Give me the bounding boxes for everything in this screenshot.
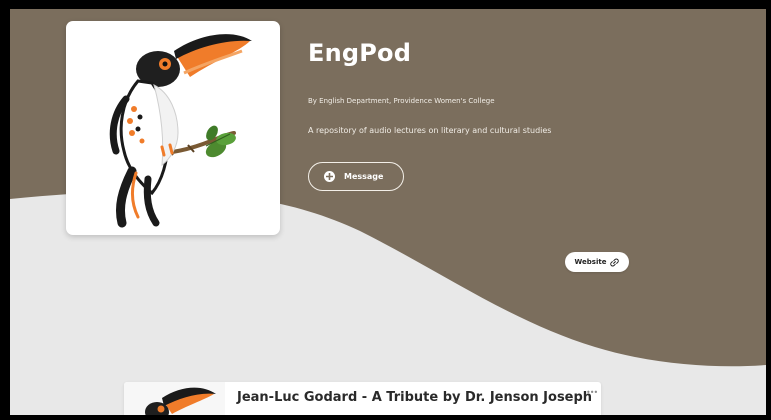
- episode-title: Jean-Luc Godard - A Tribute by Dr. Jenso…: [237, 390, 593, 405]
- more-icon[interactable]: •••: [586, 388, 598, 397]
- website-button-label: Website: [574, 258, 607, 266]
- podcast-cover-art: [66, 21, 280, 235]
- message-button[interactable]: Message: [308, 162, 404, 191]
- screen-frame: EngPod By English Department, Providence…: [0, 0, 771, 420]
- podcast-description: A repository of audio lectures on litera…: [308, 126, 552, 135]
- podcast-title: EngPod: [308, 39, 412, 67]
- message-button-label: Message: [344, 172, 384, 181]
- plus-icon: [324, 171, 335, 182]
- episode-thumbnail: [124, 382, 225, 415]
- toucan-logo: [109, 34, 252, 228]
- podcast-page: EngPod By English Department, Providence…: [10, 9, 766, 415]
- podcast-byline: By English Department, Providence Women'…: [308, 97, 495, 105]
- episode-card[interactable]: Jean-Luc Godard - A Tribute by Dr. Jenso…: [124, 382, 601, 415]
- link-icon: [610, 258, 620, 267]
- website-button[interactable]: Website: [565, 252, 629, 272]
